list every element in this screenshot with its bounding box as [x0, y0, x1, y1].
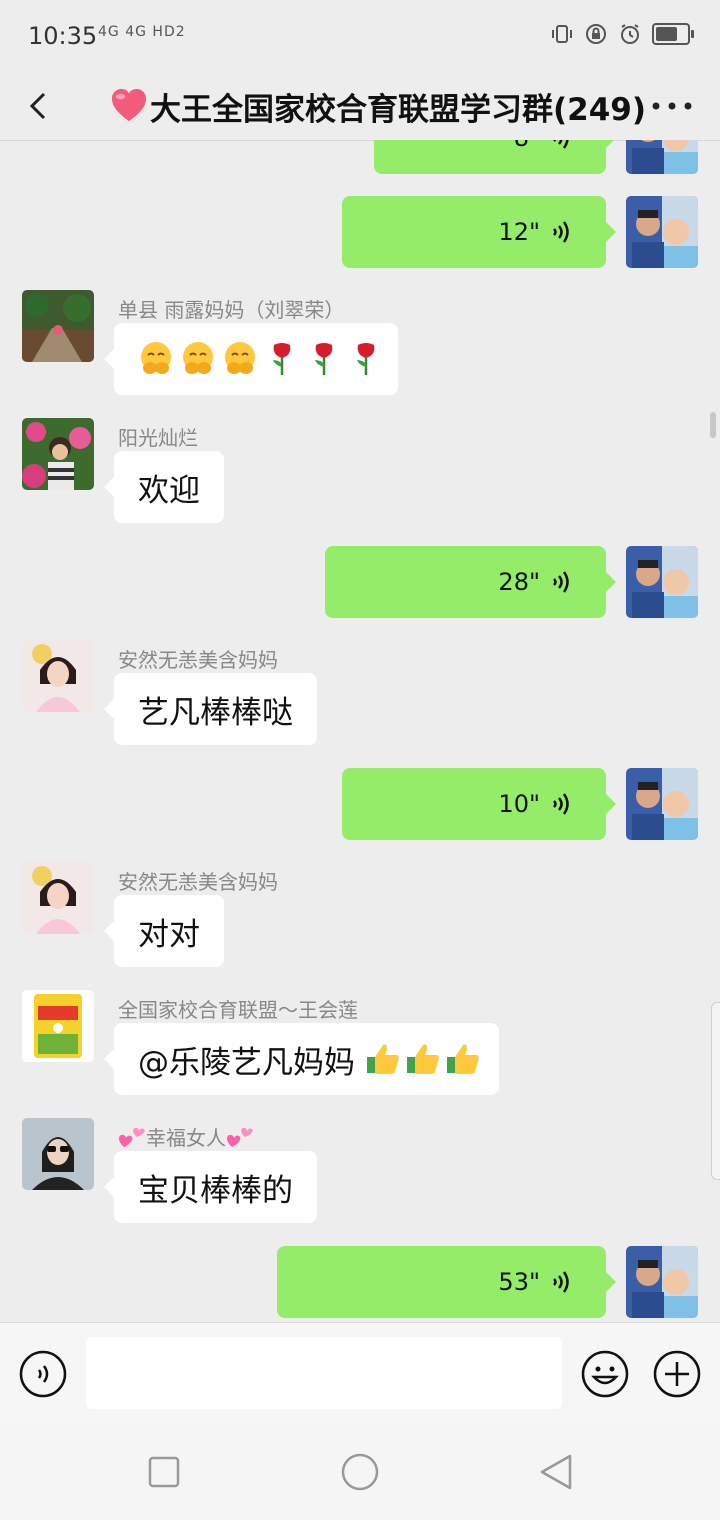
shy-face-emoji — [183, 342, 213, 374]
avatar[interactable] — [22, 290, 94, 362]
voice-message[interactable]: 12" — [342, 196, 616, 268]
avatar[interactable] — [22, 418, 94, 490]
sender-name: 阳光灿烂 — [118, 426, 198, 450]
voice-duration: 10" — [498, 790, 540, 818]
square-icon[interactable] — [144, 1452, 184, 1492]
more-dots-icon[interactable] — [650, 94, 694, 118]
voice-message[interactable]: 8" — [374, 140, 616, 174]
portrait-photo-icon — [22, 640, 94, 712]
voice-duration: 8" — [514, 140, 540, 152]
alarm-icon — [621, 24, 639, 44]
chat-title-text: 大王全国家校合育联盟学习群(249) — [150, 91, 647, 128]
avatar[interactable] — [626, 768, 698, 840]
shy-face-emoji — [225, 342, 255, 374]
sender-name-text: 幸福女人 — [146, 1126, 226, 1150]
thumbs-up-emoji — [406, 1044, 439, 1074]
voice-wave-icon — [553, 1271, 569, 1293]
thumbs-up-emoji — [446, 1044, 479, 1074]
avatar[interactable] — [22, 640, 94, 712]
vibrate-icon — [552, 25, 572, 43]
network-indicator: 4G 4G HD2 — [98, 24, 186, 40]
kids-photo-icon — [626, 140, 698, 174]
kids-photo-icon — [626, 1246, 698, 1318]
emoji-row — [365, 1041, 481, 1077]
thumbs-up-emoji — [366, 1044, 399, 1074]
status-time: 10:35 — [28, 22, 98, 50]
voice-message[interactable]: 10" — [342, 768, 616, 840]
scrollbar[interactable] — [710, 412, 716, 438]
voice-message[interactable]: 28" — [325, 546, 616, 618]
kids-photo-icon — [626, 196, 698, 268]
text-message[interactable]: @乐陵艺凡妈妈 — [104, 1023, 499, 1095]
text-message[interactable]: 欢迎 — [104, 451, 224, 523]
text-message[interactable] — [104, 323, 398, 395]
sender-name: 安然无恙美含妈妈 — [118, 648, 278, 672]
status-bar: 10:35 4G 4G HD2 — [0, 0, 720, 72]
sender-name: 安然无恙美含妈妈 — [118, 870, 278, 894]
voice-duration: 28" — [498, 568, 540, 596]
rose-emoji — [315, 343, 333, 375]
hearts-decoration-icon — [226, 1127, 253, 1147]
voice-mode-icon[interactable] — [18, 1349, 68, 1399]
shy-face-emoji — [141, 342, 171, 374]
lock-rotation-icon — [586, 24, 606, 44]
triangle-back-icon[interactable] — [536, 1452, 576, 1492]
avatar[interactable] — [22, 862, 94, 934]
voice-duration: 53" — [498, 1268, 540, 1296]
voice-duration: 12" — [498, 218, 540, 246]
sender-name: 幸福女人 — [118, 1122, 254, 1151]
avatar[interactable] — [22, 1118, 94, 1190]
rose-emoji — [273, 343, 291, 375]
smiley-icon[interactable] — [580, 1349, 630, 1399]
text-message[interactable]: 宝贝棒棒的 — [104, 1151, 317, 1223]
chat-title: 大王全国家校合育联盟学习群(249) — [110, 82, 646, 130]
message-text: @乐陵艺凡妈妈 — [138, 1044, 365, 1081]
avatar[interactable] — [626, 546, 698, 618]
avatar[interactable] — [626, 140, 698, 174]
heart-icon — [111, 88, 147, 122]
message-input[interactable] — [86, 1337, 562, 1409]
text-message[interactable]: 对对 — [104, 895, 224, 967]
avatar[interactable] — [626, 1246, 698, 1318]
status-icons — [550, 22, 694, 46]
voice-wave-icon — [553, 571, 569, 593]
text-message[interactable]: 艺凡棒棒哒 — [104, 673, 317, 745]
avatar[interactable] — [22, 990, 94, 1062]
voice-message[interactable]: 53" — [277, 1246, 616, 1318]
voice-wave-icon — [553, 793, 569, 815]
system-navigation-bar — [0, 1424, 720, 1520]
sender-name: 全国家校合育联盟～王会莲 — [118, 998, 358, 1022]
sender-name: 单县 雨露妈妈（刘翠荣） — [118, 298, 345, 322]
kids-photo-icon — [626, 546, 698, 618]
side-drawer-handle[interactable] — [711, 1002, 720, 1180]
avatar[interactable] — [626, 196, 698, 268]
rice-bag-photo-icon — [22, 990, 94, 1062]
rose-emoji — [357, 343, 375, 375]
hearts-decoration-icon — [118, 1127, 145, 1147]
input-bar — [0, 1322, 720, 1425]
message-list[interactable]: 8" 12" 单县 雨露妈妈（刘翠荣） 阳光灿烂 欢迎 28" — [0, 140, 720, 1322]
chat-header: 大王全国家校合育联盟学习群(249) — [0, 72, 720, 141]
emoji-row — [138, 341, 384, 377]
circle-icon[interactable] — [340, 1452, 380, 1492]
battery-icon — [652, 23, 694, 45]
portrait-photo-icon — [22, 862, 94, 934]
plus-icon[interactable] — [652, 1349, 702, 1399]
garden-photo-icon — [22, 290, 94, 362]
kids-photo-icon — [626, 768, 698, 840]
chevron-left-icon[interactable] — [20, 86, 60, 126]
flowers-photo-icon — [22, 418, 94, 490]
voice-wave-icon — [553, 221, 569, 243]
woman-photo-icon — [22, 1118, 94, 1190]
voice-wave-icon — [553, 140, 569, 149]
